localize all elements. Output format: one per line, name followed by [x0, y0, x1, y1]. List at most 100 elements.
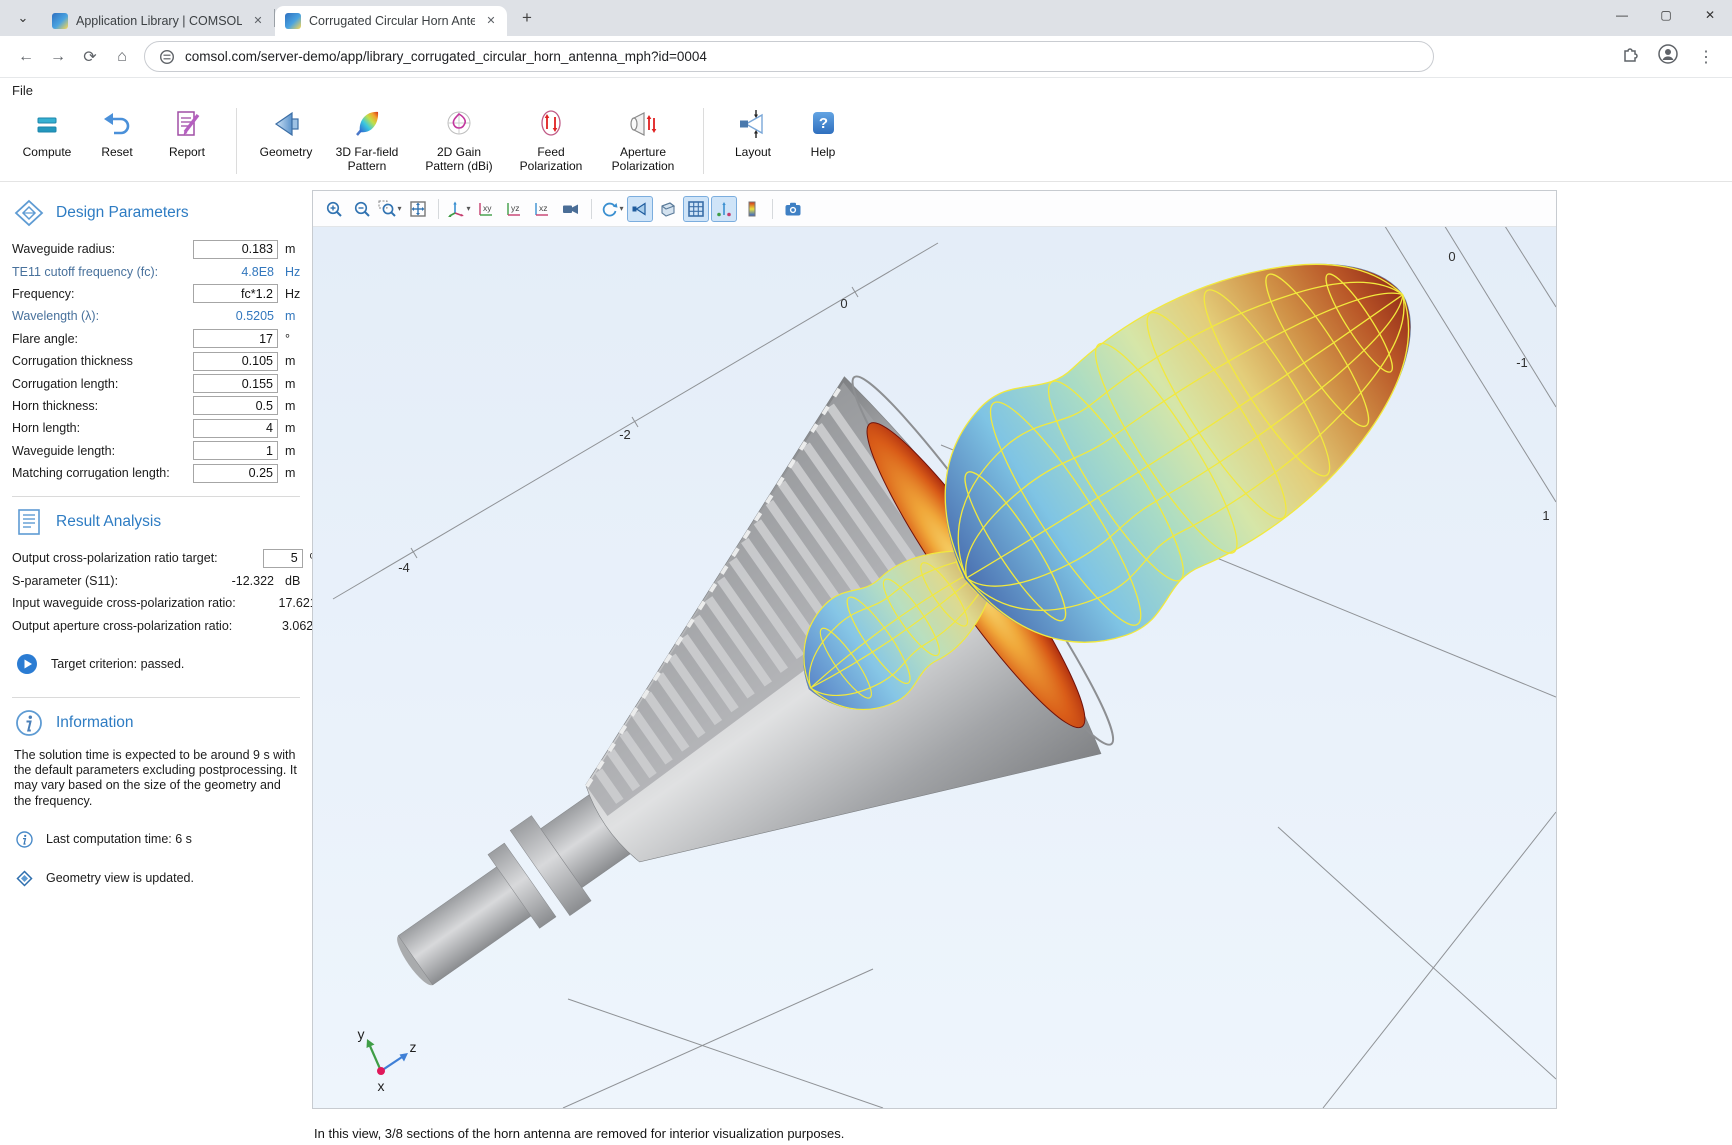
play-status-icon	[16, 653, 38, 675]
s11-value: -12.322	[193, 574, 278, 588]
farfield-3d-icon	[350, 106, 384, 142]
browser-tab-application-library[interactable]: Application Library | COMSOL S ✕	[42, 6, 274, 36]
browser-menu-icon[interactable]: ⋮	[1690, 41, 1722, 73]
axes-toggle-icon[interactable]	[711, 196, 737, 222]
site-info-icon[interactable]	[159, 49, 175, 65]
maximize-button[interactable]: ▢	[1644, 0, 1688, 30]
matching-corrugation-length-input[interactable]	[193, 464, 278, 483]
layout-button[interactable]: Layout	[718, 106, 788, 159]
report-button[interactable]: Report	[152, 106, 222, 159]
grid-toggle-icon[interactable]	[683, 196, 709, 222]
section-title: Result Analysis	[56, 513, 161, 531]
dropdown-caret-icon: ▾	[397, 204, 401, 213]
zoom-extents-icon[interactable]	[405, 196, 431, 222]
comsol-favicon	[285, 13, 301, 29]
tab-search-button[interactable]: ⌄	[6, 4, 40, 32]
param-row: Matching corrugation length: m	[12, 462, 302, 484]
reload-icon[interactable]: ⟳	[74, 41, 106, 73]
input-cross-pol-value: 17.621	[236, 596, 321, 610]
info-circle-icon	[16, 831, 33, 848]
geometry-updated-status: Geometry view is updated.	[16, 870, 302, 887]
result-row: Input waveguide cross-polarization ratio…	[12, 592, 302, 614]
browser-tab-horn-antenna[interactable]: Corrugated Circular Horn Anten ✕	[275, 6, 507, 36]
zoom-out-icon[interactable]	[349, 196, 375, 222]
forward-icon[interactable]: →	[42, 41, 74, 73]
ribbon-separator	[236, 108, 237, 174]
dropdown-caret-icon: ▾	[466, 204, 470, 213]
toolbar-separator	[772, 199, 773, 219]
section-title: Information	[56, 714, 134, 732]
close-button[interactable]: ✕	[1688, 0, 1732, 30]
farfield-pattern-button[interactable]: 3D Far-field Pattern	[321, 106, 413, 174]
feed-polarization-button[interactable]: Feed Polarization	[505, 106, 597, 174]
url-text: comsol.com/server-demo/app/library_corru…	[185, 49, 707, 64]
section-title: Design Parameters	[56, 204, 189, 222]
section-divider	[12, 496, 300, 497]
aperture-polarization-icon	[626, 106, 660, 142]
corrugation-thickness-input[interactable]	[193, 352, 278, 371]
tab-close-icon[interactable]: ✕	[483, 13, 499, 29]
view-xz-icon[interactable]: xz	[530, 196, 556, 222]
scene-light-icon[interactable]	[655, 196, 681, 222]
svg-text:z: z	[410, 1039, 417, 1055]
orientation-icon[interactable]: ▾	[446, 196, 472, 222]
view-caption: In this view, 3/8 sections of the horn a…	[314, 1126, 844, 1141]
waveguide-length-input[interactable]	[193, 441, 278, 460]
svg-text:?: ?	[819, 115, 828, 132]
back-icon[interactable]: ←	[10, 41, 42, 73]
corrugation-length-input[interactable]	[193, 374, 278, 393]
transparency-toggle-icon[interactable]	[627, 196, 653, 222]
camera-view-icon[interactable]	[558, 196, 584, 222]
frequency-input[interactable]	[193, 284, 278, 303]
svg-text:0: 0	[1448, 249, 1455, 264]
app-main: Design Parameters Waveguide radius: m TE…	[0, 182, 1732, 1145]
settings-panel: Design Parameters Waveguide radius: m TE…	[0, 184, 312, 891]
gain-pattern-button[interactable]: 2D Gain Pattern (dBi)	[413, 106, 505, 174]
file-menu[interactable]: File	[0, 78, 1732, 102]
help-button[interactable]: ? Help	[788, 106, 858, 159]
model-3d-view[interactable]: 0 -2 -4 0 -1 1	[313, 227, 1556, 1108]
param-row: Wavelength (λ): 0.5205 m	[12, 305, 302, 327]
zoom-box-icon[interactable]: ▾	[377, 196, 403, 222]
view-yz-icon[interactable]: yz	[502, 196, 528, 222]
svg-text:x: x	[378, 1078, 385, 1094]
minimize-button[interactable]: —	[1600, 0, 1644, 30]
view-xy-icon[interactable]: xy	[474, 196, 500, 222]
waveguide-radius-input[interactable]	[193, 240, 278, 259]
flare-angle-input[interactable]	[193, 329, 278, 348]
snapshot-icon[interactable]	[780, 196, 806, 222]
home-icon[interactable]: ⌂	[106, 41, 138, 73]
section-divider	[12, 697, 300, 698]
tab-title: Corrugated Circular Horn Anten	[309, 14, 475, 28]
profile-avatar[interactable]	[1652, 41, 1684, 73]
svg-text:0: 0	[840, 296, 847, 311]
svg-text:yz: yz	[511, 203, 520, 213]
comsol-favicon	[52, 13, 68, 29]
cross-polarization-target-input[interactable]	[263, 549, 303, 568]
param-row: TE11 cutoff frequency (fc): 4.8E8 Hz	[12, 260, 302, 282]
geometry-button[interactable]: Geometry	[251, 106, 321, 159]
horn-thickness-input[interactable]	[193, 396, 278, 415]
extensions-icon[interactable]	[1614, 41, 1646, 73]
param-row: Waveguide length: m	[12, 440, 302, 462]
param-row: Corrugation length: m	[12, 372, 302, 394]
reset-button[interactable]: Reset	[82, 106, 152, 159]
zoom-in-icon[interactable]	[321, 196, 347, 222]
address-bar[interactable]: comsol.com/server-demo/app/library_corru…	[144, 41, 1434, 72]
horn-length-input[interactable]	[193, 419, 278, 438]
svg-text:xz: xz	[539, 203, 548, 213]
svg-text:-4: -4	[398, 560, 410, 575]
aperture-polarization-button[interactable]: Aperture Polarization	[597, 106, 689, 174]
tab-title: Application Library | COMSOL S	[76, 14, 242, 28]
param-row: Waveguide radius: m	[12, 238, 302, 260]
new-tab-button[interactable]: +	[513, 4, 541, 32]
color-legend-icon[interactable]	[739, 196, 765, 222]
graphics-widget: ▾ ▾	[312, 190, 1557, 1109]
svg-text:1: 1	[1542, 508, 1549, 523]
result-analysis-header: Result Analysis	[14, 507, 302, 537]
param-row: Flare angle: °	[12, 328, 302, 350]
rotate-icon[interactable]: ▾	[599, 196, 625, 222]
tab-close-icon[interactable]: ✕	[250, 13, 266, 29]
compute-button[interactable]: Compute	[12, 106, 82, 159]
information-icon	[14, 708, 44, 738]
